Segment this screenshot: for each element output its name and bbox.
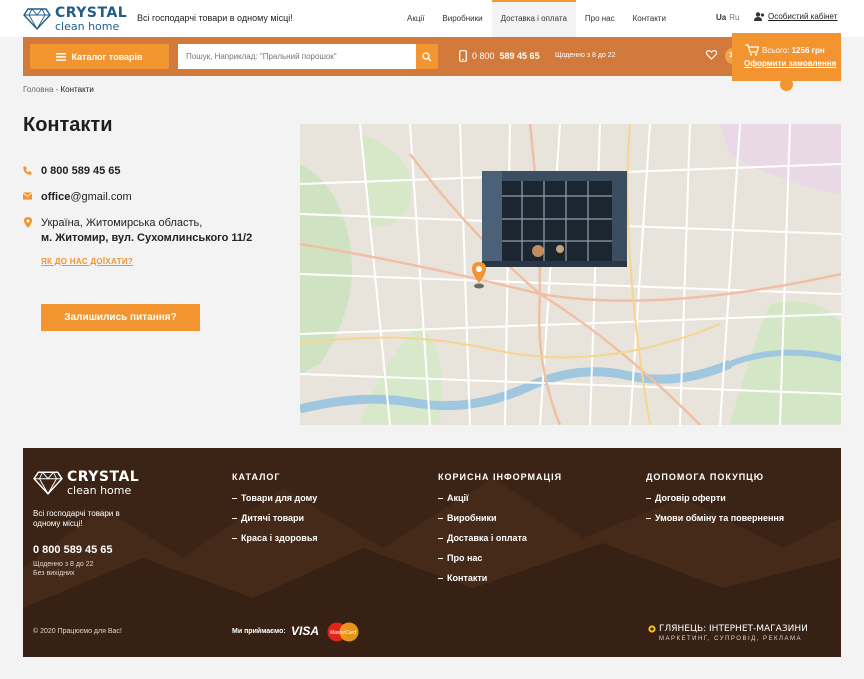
lang-ru[interactable]: Ru xyxy=(729,13,739,22)
search-button[interactable] xyxy=(416,44,438,69)
footer-link-delivery[interactable]: Доставка і оплата xyxy=(438,533,562,543)
user-icon xyxy=(754,12,765,21)
contact-email[interactable]: office@gmail.com xyxy=(23,191,132,203)
footer-link-kids-goods[interactable]: Дитячі товари xyxy=(232,513,318,523)
footer-hours-line2: Без вихідних xyxy=(33,570,75,577)
contact-phone-text: 0 800 589 45 65 xyxy=(41,165,121,177)
mastercard-text: MasterCard xyxy=(330,630,356,636)
logo[interactable]: CRYSTAL clean home xyxy=(23,6,127,32)
phone-icon xyxy=(23,166,32,175)
diamond-icon xyxy=(33,471,63,495)
office-building-photo xyxy=(482,171,627,267)
footer-link-beauty[interactable]: Краса і здоровья xyxy=(232,533,318,543)
catalog-button[interactable]: Каталог товарів xyxy=(30,44,169,69)
map-marker-icon[interactable] xyxy=(471,261,487,289)
page-title: Контакти xyxy=(23,114,113,136)
email-user: office xyxy=(41,191,71,203)
footer-phone[interactable]: 0 800 589 45 65 xyxy=(33,544,113,556)
cart-summary: Всього: 1256 грн xyxy=(762,46,825,55)
catalog-label: Каталог товарів xyxy=(71,51,143,62)
header-tagline: Всі господарчі товари в одному місці! xyxy=(137,13,293,23)
footer-column-title: ДОПОМОГА ПОКУПЦЮ xyxy=(646,472,765,482)
copyright: © 2020 Працюємо для Вас! xyxy=(33,628,122,635)
mastercard-logo: MasterCard xyxy=(327,622,359,642)
question-button[interactable]: Залишились питання? xyxy=(41,304,200,331)
lang-ua[interactable]: Ua xyxy=(716,13,726,22)
logo-subtitle: clean home xyxy=(55,20,120,33)
nav-manufacturers[interactable]: Виробники xyxy=(433,0,491,37)
nav-delivery[interactable]: Доставка і оплата xyxy=(491,0,576,37)
contact-phone[interactable]: 0 800 589 45 65 xyxy=(23,165,121,177)
working-hours: Щоденно з 8 до 22 xyxy=(555,52,616,59)
account-link[interactable]: Особистий кабінет xyxy=(754,12,837,21)
address-line2: м. Житомир, вул. Сухомлинського 11/2 xyxy=(41,232,253,244)
footer-link-contacts[interactable]: Контакти xyxy=(438,573,562,583)
address-line1: Україна, Житомирська область, xyxy=(41,217,203,229)
nav-contacts[interactable]: Контакти xyxy=(624,0,675,37)
checkout-link[interactable]: Оформити замовлення xyxy=(744,59,836,68)
main-toolbar: Каталог товарів 0 800 589 45 65 Щоденно з… xyxy=(23,37,841,76)
location-pin-icon xyxy=(23,217,32,228)
cart-label: Всього: xyxy=(762,46,790,55)
diamond-icon xyxy=(23,8,51,31)
heart-icon[interactable] xyxy=(706,50,717,60)
footer-logo-title: CRYSTAL xyxy=(67,469,140,485)
nav-about[interactable]: Про нас xyxy=(576,0,624,37)
payment-label: Ми приймаємо: xyxy=(232,628,286,635)
directions-link[interactable]: ЯК ДО НАС ДОЇХАТИ? xyxy=(41,257,133,266)
site-footer: CRYSTAL clean home Всі господарчі товари… xyxy=(23,448,841,657)
breadcrumb: Головна - Контакти xyxy=(23,85,94,94)
search-icon xyxy=(422,51,432,61)
top-nav: Акції Виробники Доставка і оплата Про на… xyxy=(398,0,675,37)
breadcrumb-separator: - xyxy=(53,85,61,94)
agency-logo-icon xyxy=(648,625,656,633)
cart-icon xyxy=(745,44,759,56)
header-phone[interactable]: 0 800 589 45 65 xyxy=(459,50,540,62)
visa-logo: VISA xyxy=(291,624,320,638)
footer-hours-line1: Щоденно з 8 до 22 xyxy=(33,561,94,568)
footer-link-promotions[interactable]: Акції xyxy=(438,493,562,503)
menu-icon xyxy=(56,52,67,61)
cart-indicator-dot xyxy=(780,78,793,91)
logo-title: CRYSTAL xyxy=(55,5,128,21)
agency-credit[interactable]: ГЛЯНЕЦЬ: ІНТЕРНЕТ-МАГАЗИНИ МАРКЕТИНГ, СУ… xyxy=(648,624,808,642)
agency-name: ГЛЯНЕЦЬ: ІНТЕРНЕТ-МАГАЗИНИ xyxy=(659,624,808,634)
footer-link-offer[interactable]: Договір оферти xyxy=(646,493,784,503)
footer-logo[interactable]: CRYSTAL clean home xyxy=(33,470,139,496)
breadcrumb-home[interactable]: Головна xyxy=(23,85,53,94)
phone-number: 589 45 65 xyxy=(499,51,540,61)
footer-link-home-goods[interactable]: Товари для дому xyxy=(232,493,318,503)
agency-tagline: МАРКЕТИНГ, СУПРОВІД, РЕКЛАМА xyxy=(659,636,802,642)
search-input[interactable] xyxy=(178,44,416,69)
account-label: Особистий кабінет xyxy=(768,12,838,21)
footer-link-manufacturers[interactable]: Виробники xyxy=(438,513,562,523)
map-streets xyxy=(300,124,841,425)
footer-link-about[interactable]: Про нас xyxy=(438,553,562,563)
nav-promotions[interactable]: Акції xyxy=(398,0,433,37)
location-map[interactable] xyxy=(300,124,841,425)
footer-column-info: КОРИСНА ІНФОРМАЦІЯ Акції Виробники Доста… xyxy=(438,472,562,593)
footer-tagline: Всі господарчі товари в одному місці! xyxy=(33,509,120,528)
mobile-phone-icon xyxy=(459,50,467,62)
footer-column-title: КАТАЛОГ xyxy=(232,472,281,482)
cart-total: 1256 грн xyxy=(791,46,825,55)
footer-column-help: ДОПОМОГА ПОКУПЦЮ Договір оферти Умови об… xyxy=(646,472,784,533)
mail-icon xyxy=(23,192,32,200)
footer-column-catalog: КАТАЛОГ Товари для дому Дитячі товари Кр… xyxy=(232,472,318,553)
contact-address: Україна, Житомирська область, м. Житомир… xyxy=(23,216,252,246)
footer-logo-subtitle: clean home xyxy=(67,484,132,497)
cart-widget[interactable]: Всього: 1256 грн Оформити замовлення xyxy=(732,33,841,81)
footer-link-returns[interactable]: Умови обміну та повернення xyxy=(646,513,784,523)
footer-column-title: КОРИСНА ІНФОРМАЦІЯ xyxy=(438,472,563,482)
breadcrumb-current: Контакти xyxy=(60,85,94,94)
top-header: CRYSTAL clean home Всі господарчі товари… xyxy=(0,0,864,37)
phone-prefix: 0 800 xyxy=(472,51,495,61)
footer-hours: Щоденно з 8 до 22 Без вихідних xyxy=(33,560,94,578)
language-switcher: Ua Ru xyxy=(716,13,739,22)
email-domain: @gmail.com xyxy=(70,191,132,203)
